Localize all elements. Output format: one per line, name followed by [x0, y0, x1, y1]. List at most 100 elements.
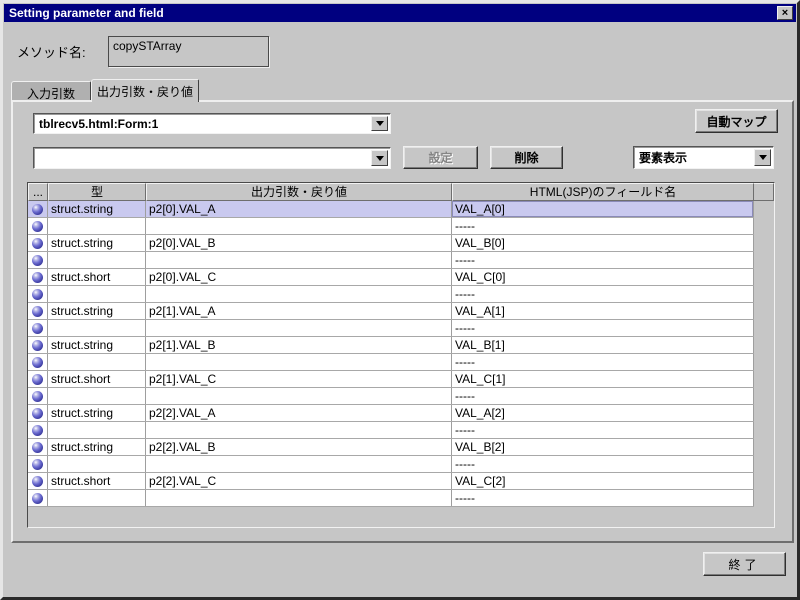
- field-select[interactable]: [33, 147, 391, 169]
- cell-field[interactable]: -----: [452, 388, 754, 404]
- table-row[interactable]: struct.shortp2[1].VAL_CVAL_C[1]: [28, 371, 754, 388]
- table-row[interactable]: -----: [28, 354, 754, 371]
- cell-field[interactable]: -----: [452, 490, 754, 506]
- column-header[interactable]: HTML(JSP)のフィールド名: [452, 183, 754, 201]
- table-row[interactable]: -----: [28, 456, 754, 473]
- table-row[interactable]: -----: [28, 388, 754, 405]
- cell-type[interactable]: struct.string: [48, 303, 146, 319]
- cell-field[interactable]: VAL_C[1]: [452, 371, 754, 387]
- cell-output[interactable]: p2[2].VAL_B: [146, 439, 452, 455]
- cell-type[interactable]: struct.short: [48, 269, 146, 285]
- sphere-icon: [32, 204, 43, 215]
- column-header[interactable]: ...: [28, 183, 48, 201]
- cell-output[interactable]: [146, 252, 452, 268]
- cell-field[interactable]: -----: [452, 422, 754, 438]
- cell-field[interactable]: -----: [452, 252, 754, 268]
- cell-output[interactable]: [146, 218, 452, 234]
- table-row[interactable]: struct.stringp2[1].VAL_AVAL_A[1]: [28, 303, 754, 320]
- column-header[interactable]: 出力引数・戻り値: [146, 183, 452, 201]
- cell-field[interactable]: -----: [452, 320, 754, 336]
- cell-output[interactable]: [146, 354, 452, 370]
- cell-type[interactable]: [48, 252, 146, 268]
- table-row[interactable]: struct.stringp2[2].VAL_AVAL_A[2]: [28, 405, 754, 422]
- parameter-ball-icon: [28, 218, 48, 234]
- cell-field[interactable]: -----: [452, 354, 754, 370]
- table-row[interactable]: -----: [28, 422, 754, 439]
- title-bar[interactable]: Setting parameter and field ×: [4, 4, 796, 22]
- cell-type[interactable]: struct.string: [48, 235, 146, 251]
- cell-output[interactable]: p2[0].VAL_A: [146, 201, 452, 217]
- table-row[interactable]: struct.shortp2[2].VAL_CVAL_C[2]: [28, 473, 754, 490]
- cell-field[interactable]: VAL_C[2]: [452, 473, 754, 489]
- cell-field[interactable]: VAL_B[1]: [452, 337, 754, 353]
- cell-field[interactable]: VAL_A[2]: [452, 405, 754, 421]
- table-row[interactable]: -----: [28, 252, 754, 269]
- cell-type[interactable]: [48, 422, 146, 438]
- display-mode-arrow-button[interactable]: [754, 149, 771, 166]
- delete-button[interactable]: 削除: [490, 146, 563, 169]
- table-row[interactable]: struct.stringp2[0].VAL_AVAL_A[0]: [28, 201, 754, 218]
- cell-output[interactable]: [146, 456, 452, 472]
- auto-map-button[interactable]: 自動マップ: [695, 109, 778, 133]
- cell-field[interactable]: -----: [452, 286, 754, 302]
- parameter-ball-icon: [28, 422, 48, 438]
- table-row[interactable]: -----: [28, 286, 754, 303]
- table-row[interactable]: struct.stringp2[2].VAL_BVAL_B[2]: [28, 439, 754, 456]
- close-icon[interactable]: ×: [777, 6, 793, 20]
- cell-output[interactable]: [146, 422, 452, 438]
- cell-field[interactable]: VAL_A[1]: [452, 303, 754, 319]
- cell-field[interactable]: VAL_A[0]: [452, 201, 754, 217]
- table-row[interactable]: struct.shortp2[0].VAL_CVAL_C[0]: [28, 269, 754, 286]
- method-name-field[interactable]: copySTArray: [108, 36, 269, 67]
- tab-input-arguments[interactable]: 入力引数: [11, 81, 91, 100]
- cell-type[interactable]: [48, 320, 146, 336]
- cell-type[interactable]: [48, 456, 146, 472]
- cell-type[interactable]: struct.string: [48, 439, 146, 455]
- form-select[interactable]: tblrecv5.html:Form:1: [33, 113, 391, 134]
- cell-output[interactable]: [146, 320, 452, 336]
- display-mode-select[interactable]: 要素表示: [633, 146, 774, 169]
- chevron-down-icon: [376, 121, 384, 126]
- cell-output[interactable]: p2[2].VAL_C: [146, 473, 452, 489]
- cell-output[interactable]: p2[2].VAL_A: [146, 405, 452, 421]
- column-header[interactable]: 型: [48, 183, 146, 201]
- field-select-arrow-button[interactable]: [371, 150, 388, 166]
- cell-output[interactable]: [146, 490, 452, 506]
- cell-type[interactable]: struct.short: [48, 371, 146, 387]
- cell-type[interactable]: struct.short: [48, 473, 146, 489]
- table-row[interactable]: -----: [28, 218, 754, 235]
- cell-output[interactable]: p2[1].VAL_C: [146, 371, 452, 387]
- cell-output[interactable]: [146, 388, 452, 404]
- table-row[interactable]: -----: [28, 490, 754, 507]
- sphere-icon: [32, 374, 43, 385]
- cell-type[interactable]: [48, 218, 146, 234]
- cell-type[interactable]: struct.string: [48, 201, 146, 217]
- cell-type[interactable]: struct.string: [48, 405, 146, 421]
- form-select-arrow-button[interactable]: [371, 116, 388, 131]
- cell-type[interactable]: struct.string: [48, 337, 146, 353]
- cell-field[interactable]: -----: [452, 218, 754, 234]
- mapping-table[interactable]: ...型出力引数・戻り値HTML(JSP)のフィールド名 struct.stri…: [27, 182, 775, 528]
- cell-field[interactable]: -----: [452, 456, 754, 472]
- cell-type[interactable]: [48, 354, 146, 370]
- cell-type[interactable]: [48, 490, 146, 506]
- cell-type[interactable]: [48, 388, 146, 404]
- parameter-ball-icon: [28, 252, 48, 268]
- cell-field[interactable]: VAL_B[2]: [452, 439, 754, 455]
- set-button[interactable]: 設定: [403, 146, 478, 169]
- cell-output[interactable]: p2[0].VAL_B: [146, 235, 452, 251]
- parameter-ball-icon: [28, 456, 48, 472]
- cell-output[interactable]: p2[1].VAL_A: [146, 303, 452, 319]
- cell-field[interactable]: VAL_B[0]: [452, 235, 754, 251]
- cell-field[interactable]: VAL_C[0]: [452, 269, 754, 285]
- table-row[interactable]: struct.stringp2[0].VAL_BVAL_B[0]: [28, 235, 754, 252]
- cell-output[interactable]: [146, 286, 452, 302]
- exit-button[interactable]: 終了: [703, 552, 786, 576]
- cell-type[interactable]: [48, 286, 146, 302]
- cell-output[interactable]: p2[1].VAL_B: [146, 337, 452, 353]
- table-row[interactable]: -----: [28, 320, 754, 337]
- tab-output-arguments-return[interactable]: 出力引数・戻り値: [91, 79, 199, 102]
- display-mode-value: 要素表示: [639, 149, 687, 166]
- table-row[interactable]: struct.stringp2[1].VAL_BVAL_B[1]: [28, 337, 754, 354]
- cell-output[interactable]: p2[0].VAL_C: [146, 269, 452, 285]
